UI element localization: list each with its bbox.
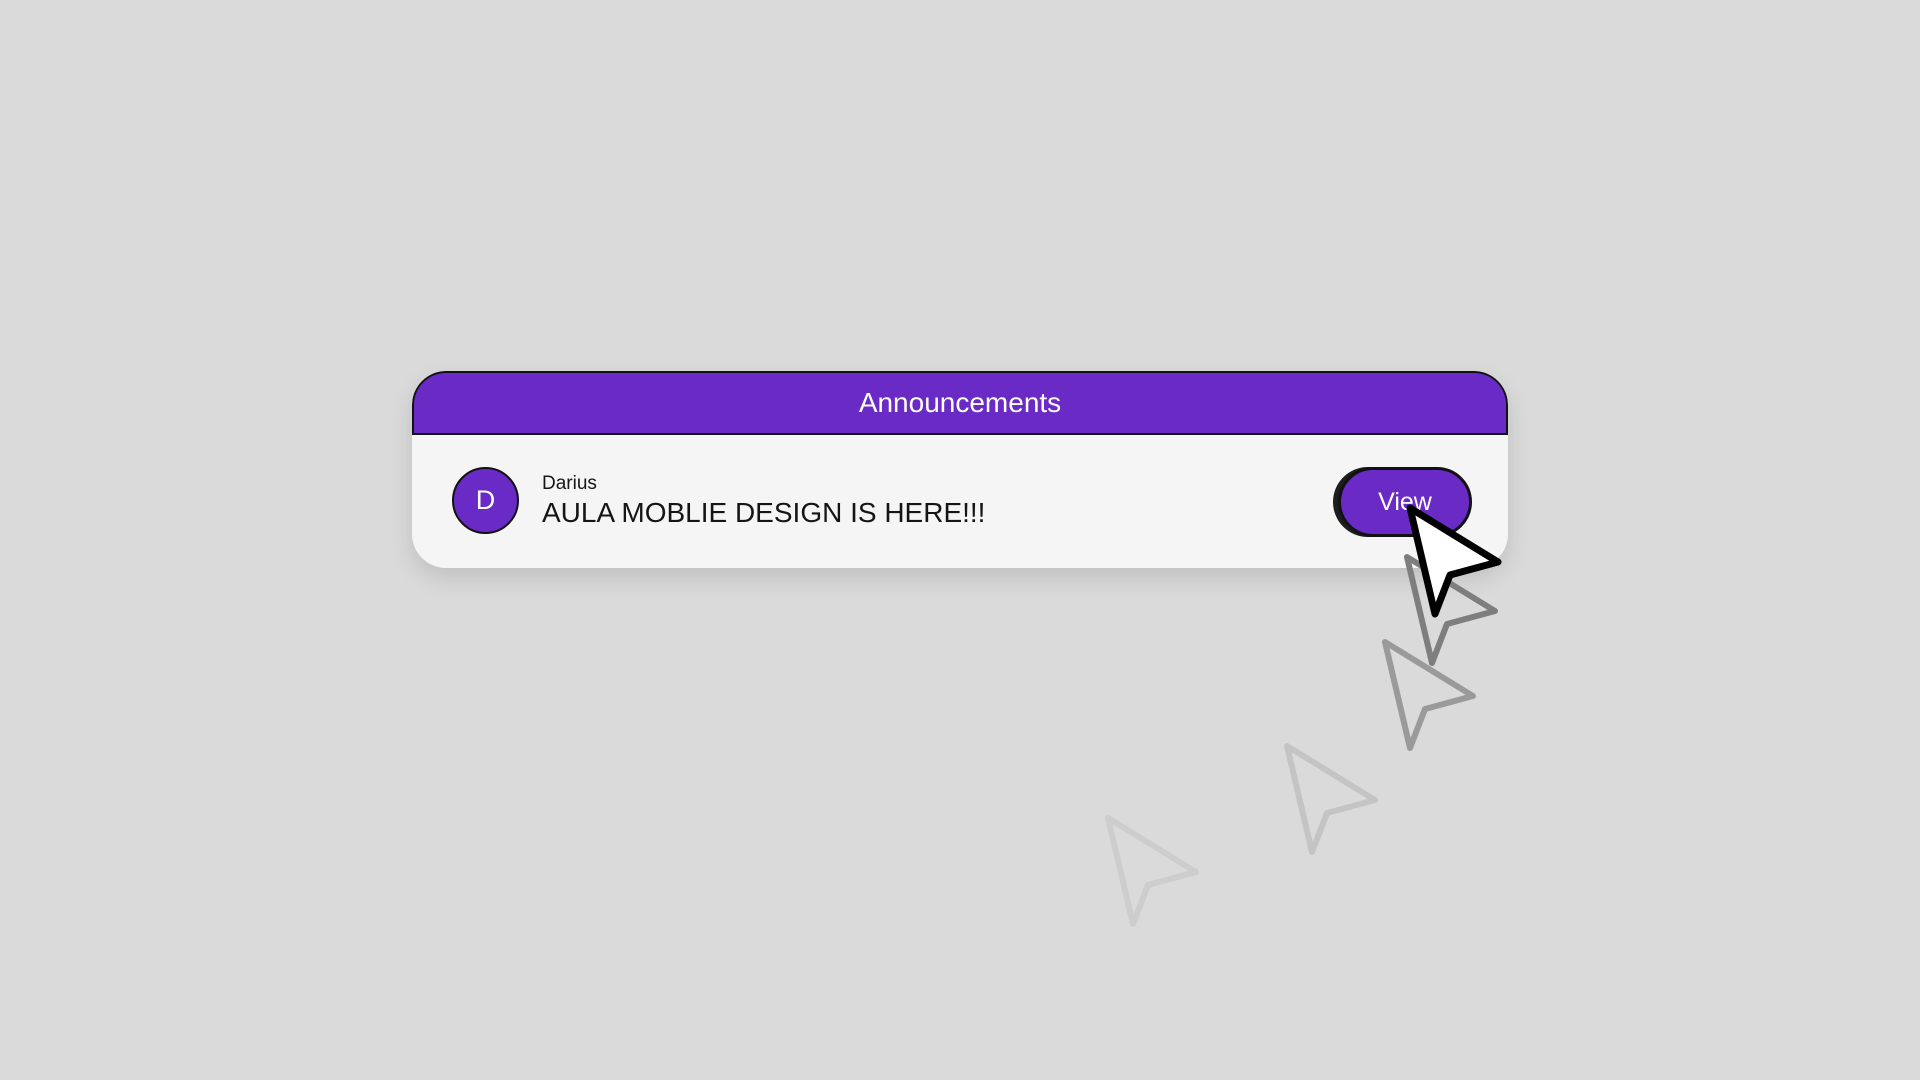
announcements-title: Announcements (858, 387, 1062, 418)
avatar-initial: D (475, 485, 496, 515)
announcement-item: D Darius AULA MOBLIE DESIGN IS HERE!!! V… (412, 435, 1508, 568)
avatar: D (452, 467, 519, 534)
announcement-author: Darius (542, 473, 597, 494)
announcements-header: Announcements (412, 371, 1508, 435)
announcements-card: Announcements D Darius AULA MOBLIE DESIG… (412, 371, 1508, 568)
announcement-message: AULA MOBLIE DESIGN IS HERE!!! (542, 497, 986, 528)
cursor-trail-icon (1105, 815, 1199, 927)
pointer-cursor-icon (1406, 504, 1502, 618)
